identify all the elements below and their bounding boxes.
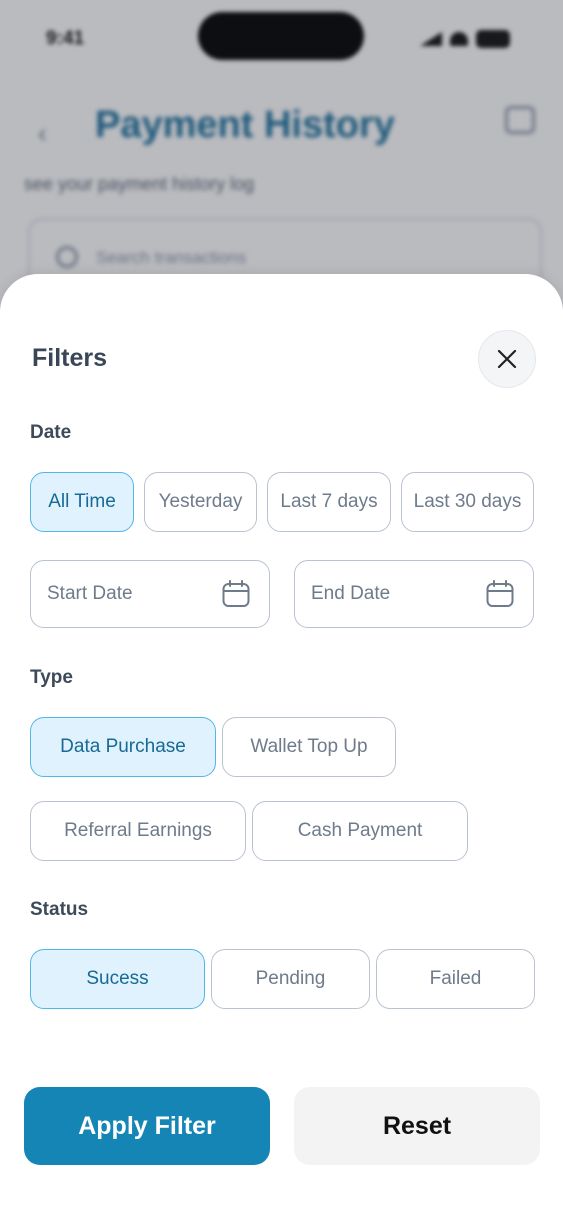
calendar-icon[interactable]	[221, 579, 251, 609]
chip-last-7-days[interactable]: Last 7 days	[267, 472, 391, 532]
filter-sheet: Filters Date All Time Yesterday Last 7 d…	[0, 274, 563, 1221]
close-icon	[497, 349, 517, 369]
end-date-placeholder: End Date	[311, 583, 391, 604]
chip-wallet-top-up[interactable]: Wallet Top Up	[222, 717, 396, 777]
chip-yesterday[interactable]: Yesterday	[144, 472, 257, 532]
end-date-field[interactable]: End Date	[294, 560, 534, 628]
calendar-icon[interactable]	[485, 579, 515, 609]
chip-success[interactable]: Sucess	[30, 949, 205, 1009]
chip-data-purchase[interactable]: Data Purchase	[30, 717, 216, 777]
start-date-placeholder: Start Date	[47, 583, 133, 604]
close-button[interactable]	[478, 330, 536, 388]
chip-all-time[interactable]: All Time	[30, 472, 134, 532]
type-label: Type	[30, 667, 73, 688]
chip-failed[interactable]: Failed	[376, 949, 535, 1009]
date-label: Date	[30, 422, 72, 443]
sheet-title: Filters	[32, 344, 108, 372]
chip-referral-earnings[interactable]: Referral Earnings	[30, 801, 246, 861]
apply-filter-button[interactable]: Apply Filter	[24, 1087, 270, 1165]
chip-pending[interactable]: Pending	[211, 949, 370, 1009]
reset-button[interactable]: Reset	[294, 1087, 540, 1165]
start-date-field[interactable]: Start Date	[30, 560, 270, 628]
status-label: Status	[30, 899, 89, 920]
chip-last-30-days[interactable]: Last 30 days	[401, 472, 534, 532]
chip-cash-payment[interactable]: Cash Payment	[252, 801, 468, 861]
